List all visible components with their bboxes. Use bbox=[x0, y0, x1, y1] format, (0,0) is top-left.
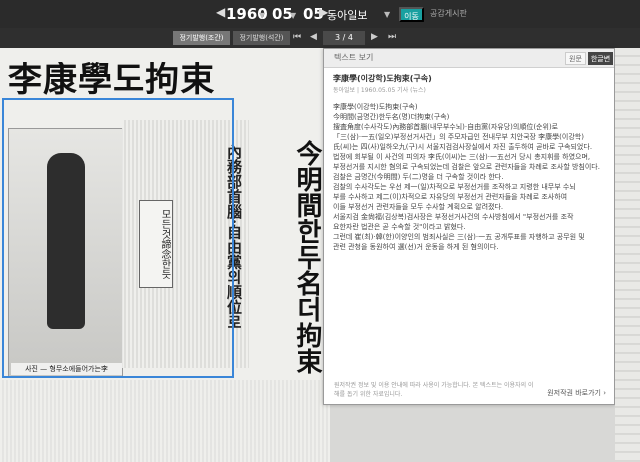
article-line: 「三(삼)·一五(일오)부정선거사건」의 주모자급인 전내무부 치안국장 李康學… bbox=[333, 133, 584, 141]
article-line: 李康學(이강학)도拘束(구속) bbox=[333, 103, 418, 111]
article-line: 검찰의 수사각도는 우선 제一(일)차적으로 부정선거를 조작하고 지령한 내무… bbox=[333, 183, 576, 191]
article-line: 氏(씨)는 四(사)일하오九(구)시 서울지검검사장실에서 자진 출두하여 곧바… bbox=[333, 143, 593, 151]
article-line: 今明間(금명간)한두名(명)더拘束(구속) bbox=[333, 113, 450, 121]
article-line: 서울지검 金尙福(김상복)검사장은 부정선거사건의 수사방침에서 "부정선거를 … bbox=[333, 213, 574, 221]
text-view-panel: 텍스트 보기 원문 한글변환 李康學(이강학)도拘束(구속) 동아일보 | 19… bbox=[323, 48, 615, 405]
prev-page-icon[interactable]: ◀ bbox=[310, 32, 317, 42]
newspaper-scan: 李康學도拘束 사진 — 형무소에들어가는李 모든것諦念한듯 內務部首腦·自由黨의… bbox=[0, 48, 330, 462]
tab-evening-edition[interactable]: 정기발행(석간) bbox=[233, 31, 290, 45]
community-board-link[interactable]: 공감게시판 bbox=[430, 8, 467, 19]
edition-toolbar: 정기발행(조간) 정기발행(석간) ⏮ ◀ 3 / 4 ▶ ⏭ bbox=[0, 28, 640, 48]
tab-morning-edition[interactable]: 정기발행(조간) bbox=[173, 31, 230, 45]
tab-original-text[interactable]: 원문 bbox=[565, 52, 586, 65]
year-dropdown-icon[interactable]: ▼ bbox=[259, 11, 265, 20]
tab-korean-text[interactable]: 한글변환 bbox=[588, 52, 613, 76]
article-line: 그런데 崔(최)·韓(한)이양인의 범죄사실은 三(삼)·一五 공개투표를 자행… bbox=[333, 233, 585, 241]
go-button[interactable]: 이동 bbox=[399, 7, 424, 22]
article-line: 搜査角度(수사각도)內務部首腦(내무부수뇌)·自由黨(자유당)의順位(순위)로 bbox=[333, 123, 559, 131]
article-line: 요한자란 법관은 곧 수속할 것"이라고 밝혔다. bbox=[333, 223, 466, 231]
article-line: 관련 관청을 동원하여 選(선)거 운동을 하게 된 혐의이다. bbox=[333, 243, 499, 251]
top-navigation-bar: ◀ 1960 ▼ 05 ▼ 05 ▶ 동아일보 ▼ 이동 공감게시판 bbox=[0, 0, 640, 28]
first-page-icon[interactable]: ⏮ bbox=[293, 32, 301, 42]
lower-article-columns bbox=[0, 380, 330, 462]
copyright-link[interactable]: 원저작권 바로가기 › bbox=[547, 388, 606, 398]
newspaper-headline: 李康學도拘束 bbox=[8, 62, 216, 98]
last-page-icon[interactable]: ⏭ bbox=[388, 32, 396, 42]
copyright-note: 원저작권 정보 및 이용 안내에 따라 사용이 가능합니다. 본 텍스트는 이용… bbox=[334, 382, 534, 398]
newspaper-selector[interactable]: 동아일보 bbox=[327, 7, 367, 23]
article-meta: 동아일보 | 1960.05.05 기사 (뉴스) bbox=[333, 87, 426, 94]
newspaper-dropdown-icon[interactable]: ▼ bbox=[384, 10, 390, 19]
panel-title: 텍스트 보기 bbox=[334, 53, 374, 62]
article-line: 법정에 회부될 이 사건의 피의자 李氏(이씨)는 三(삼)·一五선거 당시 총… bbox=[333, 153, 591, 161]
page-indicator: 3 / 4 bbox=[323, 31, 365, 45]
article-line: 이들 부정선거 관련자들을 모두 수사할 계획으로 알려졌다. bbox=[333, 203, 504, 211]
article-title: 李康學(이강학)도拘束(구속) bbox=[333, 74, 432, 83]
article-text-content: 李康學(이강학)도拘束(구속) 동아일보 | 1960.05.05 기사 (뉴스… bbox=[333, 74, 603, 379]
panel-header: 텍스트 보기 원문 한글변환 bbox=[324, 49, 614, 76]
previous-date-arrow[interactable]: ◀ bbox=[216, 5, 225, 19]
article-selection-box[interactable] bbox=[2, 98, 234, 378]
article-line: 부를 수사하고 제二(이)차적으로 자유당의 부정선거 관련자들을 차례로 조사… bbox=[333, 193, 568, 201]
next-page-icon[interactable]: ▶ bbox=[371, 32, 378, 42]
article-line: 부정선거를 지시한 혐의로 구속되었는데 검찰은 앞으로 관련자들을 차례로 조… bbox=[333, 163, 600, 171]
adjacent-page-preview bbox=[615, 48, 640, 462]
month-dropdown-icon[interactable]: ▼ bbox=[290, 11, 296, 20]
article-line: 검찰은 금명간(今明間) 두(二)명을 더 구속할 것이라 한다. bbox=[333, 173, 504, 181]
